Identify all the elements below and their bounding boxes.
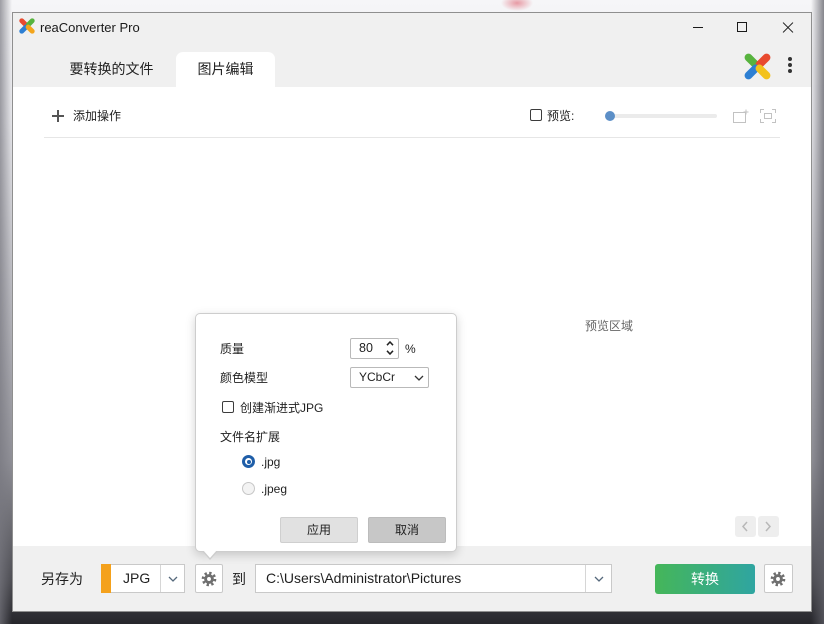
actual-size-button[interactable] xyxy=(733,109,749,123)
preview-area-placeholder: 预览区域 xyxy=(585,319,634,333)
chevron-up-icon xyxy=(386,341,394,346)
gear-icon xyxy=(770,571,786,586)
preview-label: 预览: xyxy=(547,109,575,123)
chevron-right-icon xyxy=(765,521,772,532)
tab-label: 要转换的文件 xyxy=(69,61,154,77)
jpg-options-popup: 质量 80 % 颜色模型 YCbCr 创建渐进式JPG 文件名扩展 .jpg .… xyxy=(195,313,457,560)
output-bar: 另存为 JPG 到 C:\Users\Administrator\Picture… xyxy=(13,546,811,611)
extension-option-jpg[interactable]: .jpg xyxy=(242,454,302,470)
convert-settings-button[interactable] xyxy=(764,564,793,593)
apply-button[interactable]: 应用 xyxy=(280,517,358,543)
minimize-button[interactable] xyxy=(676,13,720,42)
zoom-slider[interactable] xyxy=(605,111,717,121)
progressive-jpg-label: 创建渐进式JPG xyxy=(240,401,324,415)
output-folder-dropdown-button[interactable] xyxy=(585,565,611,592)
cancel-button[interactable]: 取消 xyxy=(368,517,446,543)
color-model-select[interactable]: YCbCr xyxy=(350,367,429,388)
gear-icon xyxy=(201,571,217,586)
window-title: reaConverter Pro xyxy=(40,20,140,35)
quality-decrement-button[interactable] xyxy=(384,349,396,357)
fit-to-window-button[interactable] xyxy=(760,109,776,123)
preview-checkbox[interactable] xyxy=(530,109,542,121)
zoom-slider-track xyxy=(605,114,717,118)
zoom-slider-handle[interactable] xyxy=(605,111,615,121)
more-options-button[interactable] xyxy=(780,53,800,77)
chevron-down-icon xyxy=(414,375,424,381)
close-icon xyxy=(783,22,793,32)
quality-label: 质量 xyxy=(220,342,245,356)
more-vertical-icon xyxy=(780,53,800,77)
progressive-jpg-option[interactable]: 创建渐进式JPG xyxy=(222,400,332,416)
previous-button[interactable] xyxy=(735,516,756,537)
save-as-label: 另存为 xyxy=(41,571,83,587)
close-button[interactable] xyxy=(765,13,811,42)
app-logo-icon xyxy=(19,18,35,34)
reaconverter-logo-icon xyxy=(744,53,771,80)
chevron-down-icon xyxy=(386,350,394,355)
title-bar: reaConverter Pro xyxy=(13,13,811,42)
tab-image-editing[interactable]: 图片编辑 xyxy=(176,52,275,87)
quality-increment-button[interactable] xyxy=(384,340,396,348)
extension-label-jpg: .jpg xyxy=(261,455,281,469)
tab-files-to-convert[interactable]: 要转换的文件 xyxy=(47,52,176,87)
color-model-label: 颜色模型 xyxy=(220,371,269,385)
convert-button[interactable]: 转换 xyxy=(655,564,755,594)
extension-label-jpeg: .jpeg xyxy=(261,482,288,496)
maximize-icon xyxy=(737,22,747,32)
frame-plus-icon xyxy=(733,109,749,123)
app-window: reaConverter Pro 要转换的文件 图片编辑 添加操作 预览: 预览… xyxy=(12,12,812,612)
chevron-down-icon xyxy=(168,576,178,582)
next-button[interactable] xyxy=(758,516,779,537)
extension-radio-jpeg[interactable] xyxy=(242,482,255,495)
extension-radio-jpg[interactable] xyxy=(242,455,255,468)
fit-screen-icon xyxy=(760,109,776,123)
output-format-value: JPG xyxy=(123,570,151,586)
quality-value: 80 xyxy=(359,341,373,355)
chevron-left-icon xyxy=(741,521,748,532)
toolbar-divider xyxy=(44,137,780,138)
plus-icon xyxy=(52,110,64,122)
color-model-value: YCbCr xyxy=(359,370,396,384)
extension-option-jpeg[interactable]: .jpeg xyxy=(242,481,302,497)
minimize-icon xyxy=(693,27,703,28)
chevron-down-icon xyxy=(594,576,603,582)
add-operation-label: 添加操作 xyxy=(73,109,122,123)
output-folder-path: C:\Users\Administrator\Pictures xyxy=(266,570,462,586)
preview-toggle[interactable]: 预览: xyxy=(528,107,594,123)
format-color-badge xyxy=(101,564,111,593)
add-operation-button[interactable]: 添加操作 xyxy=(50,106,142,126)
quality-stepper[interactable]: 80 xyxy=(350,338,399,359)
maximize-button[interactable] xyxy=(720,13,764,42)
tab-label: 图片编辑 xyxy=(197,61,254,77)
quality-unit: % xyxy=(405,342,416,356)
format-dropdown-button[interactable] xyxy=(160,565,185,592)
format-settings-button[interactable] xyxy=(195,564,223,593)
output-format-select[interactable]: JPG xyxy=(101,564,185,593)
to-label: 到 xyxy=(232,571,246,587)
output-folder-combobox[interactable]: C:\Users\Administrator\Pictures xyxy=(255,564,612,593)
file-extension-label: 文件名扩展 xyxy=(220,430,281,444)
progressive-jpg-checkbox[interactable] xyxy=(222,401,234,413)
